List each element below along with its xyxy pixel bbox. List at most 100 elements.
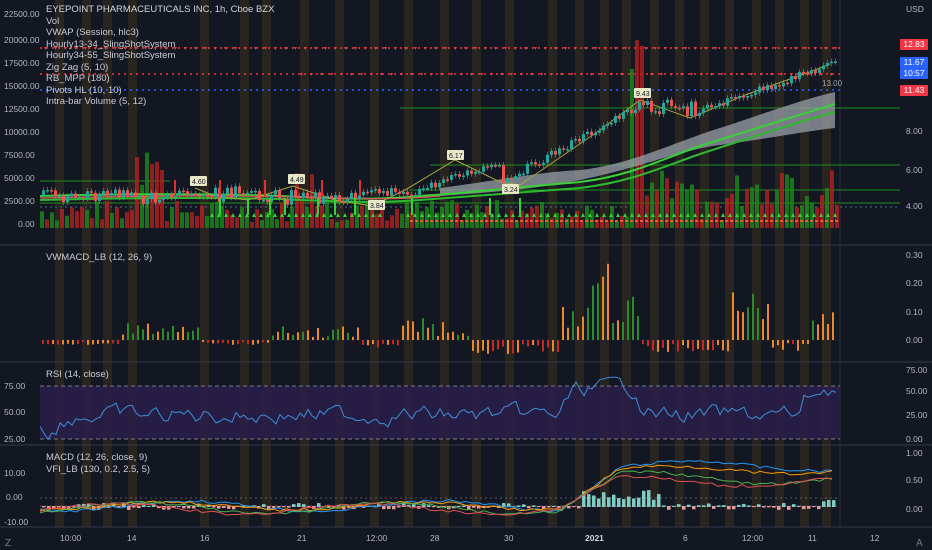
intrabar-volume-mark <box>475 220 478 222</box>
candle-body <box>414 194 417 197</box>
intrabar-volume-mark <box>810 220 813 222</box>
volume-bar <box>390 215 394 228</box>
candle-body <box>454 174 457 176</box>
indicator-label-zigzag[interactable]: Zig Zag (5, 10) <box>46 62 274 74</box>
candle-body <box>62 195 65 203</box>
candle-body <box>106 190 109 196</box>
macd-bar <box>732 506 736 510</box>
macd-bar <box>462 505 466 507</box>
candle-body <box>502 164 505 183</box>
candle-body <box>350 192 353 199</box>
indicator-label-vfi[interactable]: VFI_LB (130, 0.2, 2.5, 5) <box>46 464 150 476</box>
indicator-label-intrabar-volume[interactable]: Intra-bar Volume (5, 12) <box>46 96 274 108</box>
candle-body <box>786 82 789 85</box>
macd-bar <box>132 506 136 508</box>
zigzag-label-text: 3.24 <box>504 187 518 194</box>
indicator-label-volume[interactable]: Vol <box>46 16 274 28</box>
indicator-label-vwap[interactable]: VWAP (Session, hlc3) <box>46 27 274 39</box>
vwmacd-bar <box>252 340 254 345</box>
vwmacd-bar <box>87 340 89 345</box>
vwmacd-bar <box>317 328 319 340</box>
volume-bar <box>495 200 499 228</box>
vwmacd-bar <box>367 340 369 346</box>
candle-body <box>766 85 769 91</box>
vwmacd-bar <box>532 340 534 346</box>
macd-bar <box>537 506 541 508</box>
volume-bar <box>330 218 334 228</box>
scale-z-icon[interactable]: Z <box>5 538 11 549</box>
macd-bar <box>392 506 396 510</box>
candle-body <box>394 188 397 192</box>
candle-body <box>254 190 257 193</box>
macd-bar <box>602 492 606 507</box>
volume-bar <box>820 194 824 228</box>
macd-bar <box>712 506 716 509</box>
candle-body <box>70 193 73 197</box>
macd-bar <box>632 498 636 507</box>
vwmacd-bar <box>607 263 609 340</box>
vwmacd-bar <box>722 340 724 351</box>
intrabar-volume-mark <box>815 220 818 222</box>
vwmacd-bar <box>787 340 789 344</box>
vwmacd-bar <box>512 340 514 354</box>
candle-body <box>522 173 525 176</box>
zigzag-label-text: 6.17 <box>449 153 463 160</box>
volume-bar <box>170 207 174 228</box>
intrabar-volume-mark <box>440 220 443 222</box>
vwmacd-bar <box>807 340 809 344</box>
vwmacd-bar <box>542 340 544 352</box>
auto-scale-icon[interactable]: A <box>916 538 923 549</box>
candle-body <box>406 191 409 195</box>
vwmacd-bar <box>287 332 289 340</box>
axis-label: 50.00 <box>906 386 928 396</box>
candle-body <box>526 163 529 174</box>
volume-bar <box>785 174 789 228</box>
axis-label: 25.00 <box>4 434 26 444</box>
indicator-label-macd[interactable]: MACD (12, 26, close, 9) <box>46 452 150 464</box>
indicator-label-rb-mpp[interactable]: RB_MPP (180) <box>46 73 274 85</box>
macd-bar <box>782 503 786 507</box>
candle-body <box>538 164 541 166</box>
macd-bar <box>822 501 826 507</box>
candle-body <box>98 194 101 201</box>
vwmacd-bar <box>687 340 689 349</box>
candle-body <box>42 190 45 196</box>
rsi-pane[interactable] <box>39 376 840 441</box>
indicator-label-slingshot-13-34[interactable]: Hourly13-34_SlingShotSystem <box>46 39 274 51</box>
volume-bar <box>685 189 689 228</box>
symbol-title[interactable]: EYEPOINT PHARMACEUTICALS INC, 1h, Cboe B… <box>46 4 274 16</box>
volume-bar <box>615 221 619 228</box>
candle-body <box>546 154 549 163</box>
vwmacd-bar <box>232 340 234 345</box>
macd-bar <box>287 506 291 508</box>
intrabar-volume-mark <box>655 220 658 222</box>
vwmacd-bar <box>362 340 364 345</box>
intrabar-volume-mark <box>530 220 533 222</box>
vwmacd-bar <box>237 340 239 345</box>
candle-body <box>610 122 613 125</box>
intrabar-volume-mark <box>495 220 498 222</box>
candle-body <box>198 195 201 197</box>
volume-bar <box>285 221 289 228</box>
macd-bar <box>697 505 701 507</box>
vwmacd-bar <box>262 340 264 343</box>
candle-body <box>722 103 725 106</box>
volume-bar <box>75 211 79 228</box>
intrabar-volume-mark <box>775 220 778 222</box>
macd-bar <box>587 494 591 507</box>
indicator-label-rsi[interactable]: RSI (14, close) <box>46 369 109 381</box>
vwmacd-bar <box>242 340 244 343</box>
candle-body <box>750 94 753 97</box>
intrabar-volume-mark <box>525 220 528 222</box>
indicator-label-pivots[interactable]: Pivots HL (10, 10) <box>46 85 274 97</box>
candle-body <box>818 69 821 73</box>
macd-bar <box>812 506 816 508</box>
volume-bar <box>85 209 89 228</box>
volume-bar <box>430 200 434 228</box>
indicator-label-slingshot-34-55[interactable]: Hourly34-55_SlingShotSystem <box>46 50 274 62</box>
session-stripe <box>622 0 631 527</box>
axis-label: 1.00 <box>906 448 923 458</box>
indicator-label-vwmacd[interactable]: VWMACD_LB (12, 26, 9) <box>46 252 152 264</box>
vwmacd-bar <box>692 340 694 352</box>
volume-bar <box>565 218 569 228</box>
